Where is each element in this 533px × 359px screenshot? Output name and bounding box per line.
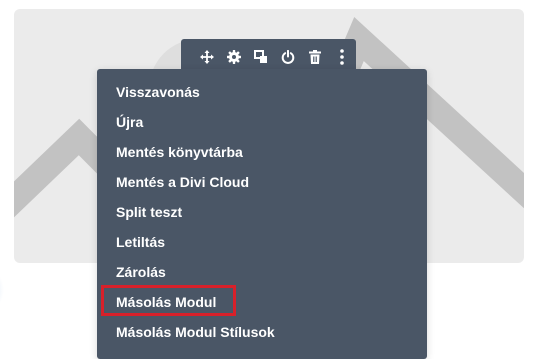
duplicate-icon[interactable] (247, 43, 274, 71)
menu-item-save-to-divi-cloud[interactable]: Mentés a Divi Cloud (116, 167, 249, 197)
menu-item-undo[interactable]: Visszavonás (116, 77, 200, 107)
menu-item-disable[interactable]: Letiltás (116, 227, 165, 257)
highlight-box (101, 285, 236, 316)
menu-item-save-to-library[interactable]: Mentés könyvtárba (116, 137, 243, 167)
left-edge-glow (0, 270, 4, 310)
menu-item-redo[interactable]: Újra (116, 107, 143, 137)
menu-item-lock[interactable]: Zárolás (116, 257, 166, 287)
gear-icon[interactable] (220, 43, 247, 71)
menu-item-copy-module-styles[interactable]: Másolás Modul Stílusok (116, 317, 275, 347)
more-vertical-icon[interactable] (329, 43, 356, 71)
power-icon[interactable] (275, 43, 302, 71)
move-icon[interactable] (193, 43, 220, 71)
menu-item-split-test[interactable]: Split teszt (116, 197, 182, 227)
trash-icon[interactable] (302, 43, 329, 71)
